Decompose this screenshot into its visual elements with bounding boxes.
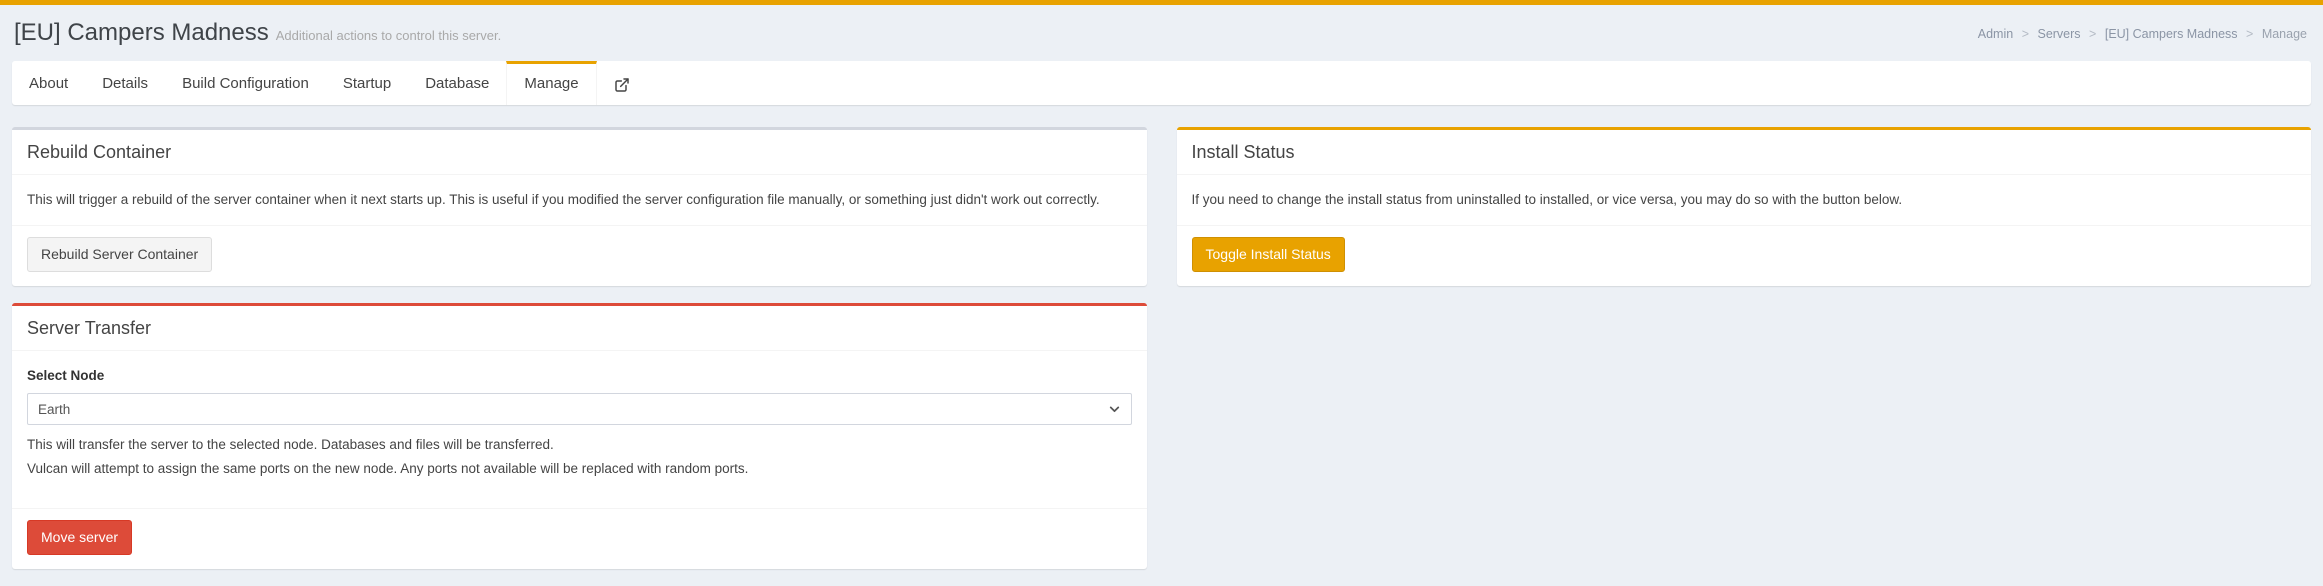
external-link-icon[interactable] (597, 61, 647, 105)
server-transfer-title: Server Transfer (27, 317, 1132, 339)
tab-build-configuration[interactable]: Build Configuration (165, 61, 326, 105)
server-transfer-panel: Server Transfer Select Node Earth This w… (12, 303, 1147, 570)
breadcrumb-separator: > (2089, 27, 2096, 41)
breadcrumb-admin[interactable]: Admin (1978, 27, 2013, 41)
breadcrumb: Admin > Servers > [EU] Campers Madness >… (1978, 18, 2307, 41)
right-column: Install Status If you need to change the… (1177, 127, 2312, 303)
node-select[interactable]: Earth (27, 393, 1132, 425)
toggle-install-status-button[interactable]: Toggle Install Status (1192, 237, 1345, 272)
tab-manage[interactable]: Manage (506, 61, 596, 105)
select-node-label: Select Node (27, 366, 1132, 386)
rebuild-container-title: Rebuild Container (27, 141, 1132, 163)
install-status-panel: Install Status If you need to change the… (1177, 127, 2312, 286)
install-status-title: Install Status (1192, 141, 2297, 163)
node-select-wrapper: Earth (27, 393, 1132, 425)
breadcrumb-server-name[interactable]: [EU] Campers Madness (2105, 27, 2238, 41)
server-transfer-footer: Move server (12, 508, 1147, 569)
rebuild-container-description: This will trigger a rebuild of the serve… (12, 175, 1147, 225)
rebuild-container-footer: Rebuild Server Container (12, 225, 1147, 286)
install-status-header: Install Status (1177, 130, 2312, 175)
rebuild-server-container-button[interactable]: Rebuild Server Container (27, 237, 212, 272)
tab-database[interactable]: Database (408, 61, 506, 105)
server-transfer-header: Server Transfer (12, 306, 1147, 351)
left-column: Rebuild Container This will trigger a re… (12, 127, 1147, 586)
rebuild-container-panel: Rebuild Container This will trigger a re… (12, 127, 1147, 286)
transfer-note-line2: Vulcan will attempt to assign the same p… (27, 459, 1132, 479)
move-server-button[interactable]: Move server (27, 520, 132, 555)
breadcrumb-separator: > (2246, 27, 2253, 41)
content-area: Rebuild Container This will trigger a re… (0, 105, 2323, 586)
tab-details[interactable]: Details (85, 61, 165, 105)
tab-about[interactable]: About (12, 61, 85, 105)
page-header: [EU] Campers Madness Additional actions t… (0, 5, 2323, 51)
breadcrumb-manage: Manage (2262, 27, 2307, 41)
server-tab-bar: About Details Build Configuration Startu… (12, 61, 2311, 105)
tab-startup[interactable]: Startup (326, 61, 408, 105)
rebuild-container-header: Rebuild Container (12, 130, 1147, 175)
server-name: [EU] Campers Madness (14, 19, 269, 46)
server-transfer-body: Select Node Earth This will transfer the… (12, 351, 1147, 509)
breadcrumb-separator: > (2022, 27, 2029, 41)
breadcrumb-servers[interactable]: Servers (2037, 27, 2080, 41)
transfer-note-line1: This will transfer the server to the sel… (27, 435, 1132, 455)
install-status-footer: Toggle Install Status (1177, 225, 2312, 286)
page-title: [EU] Campers Madness Additional actions t… (14, 18, 501, 51)
page-subtitle: Additional actions to control this serve… (276, 28, 501, 43)
install-status-description: If you need to change the install status… (1177, 175, 2312, 225)
